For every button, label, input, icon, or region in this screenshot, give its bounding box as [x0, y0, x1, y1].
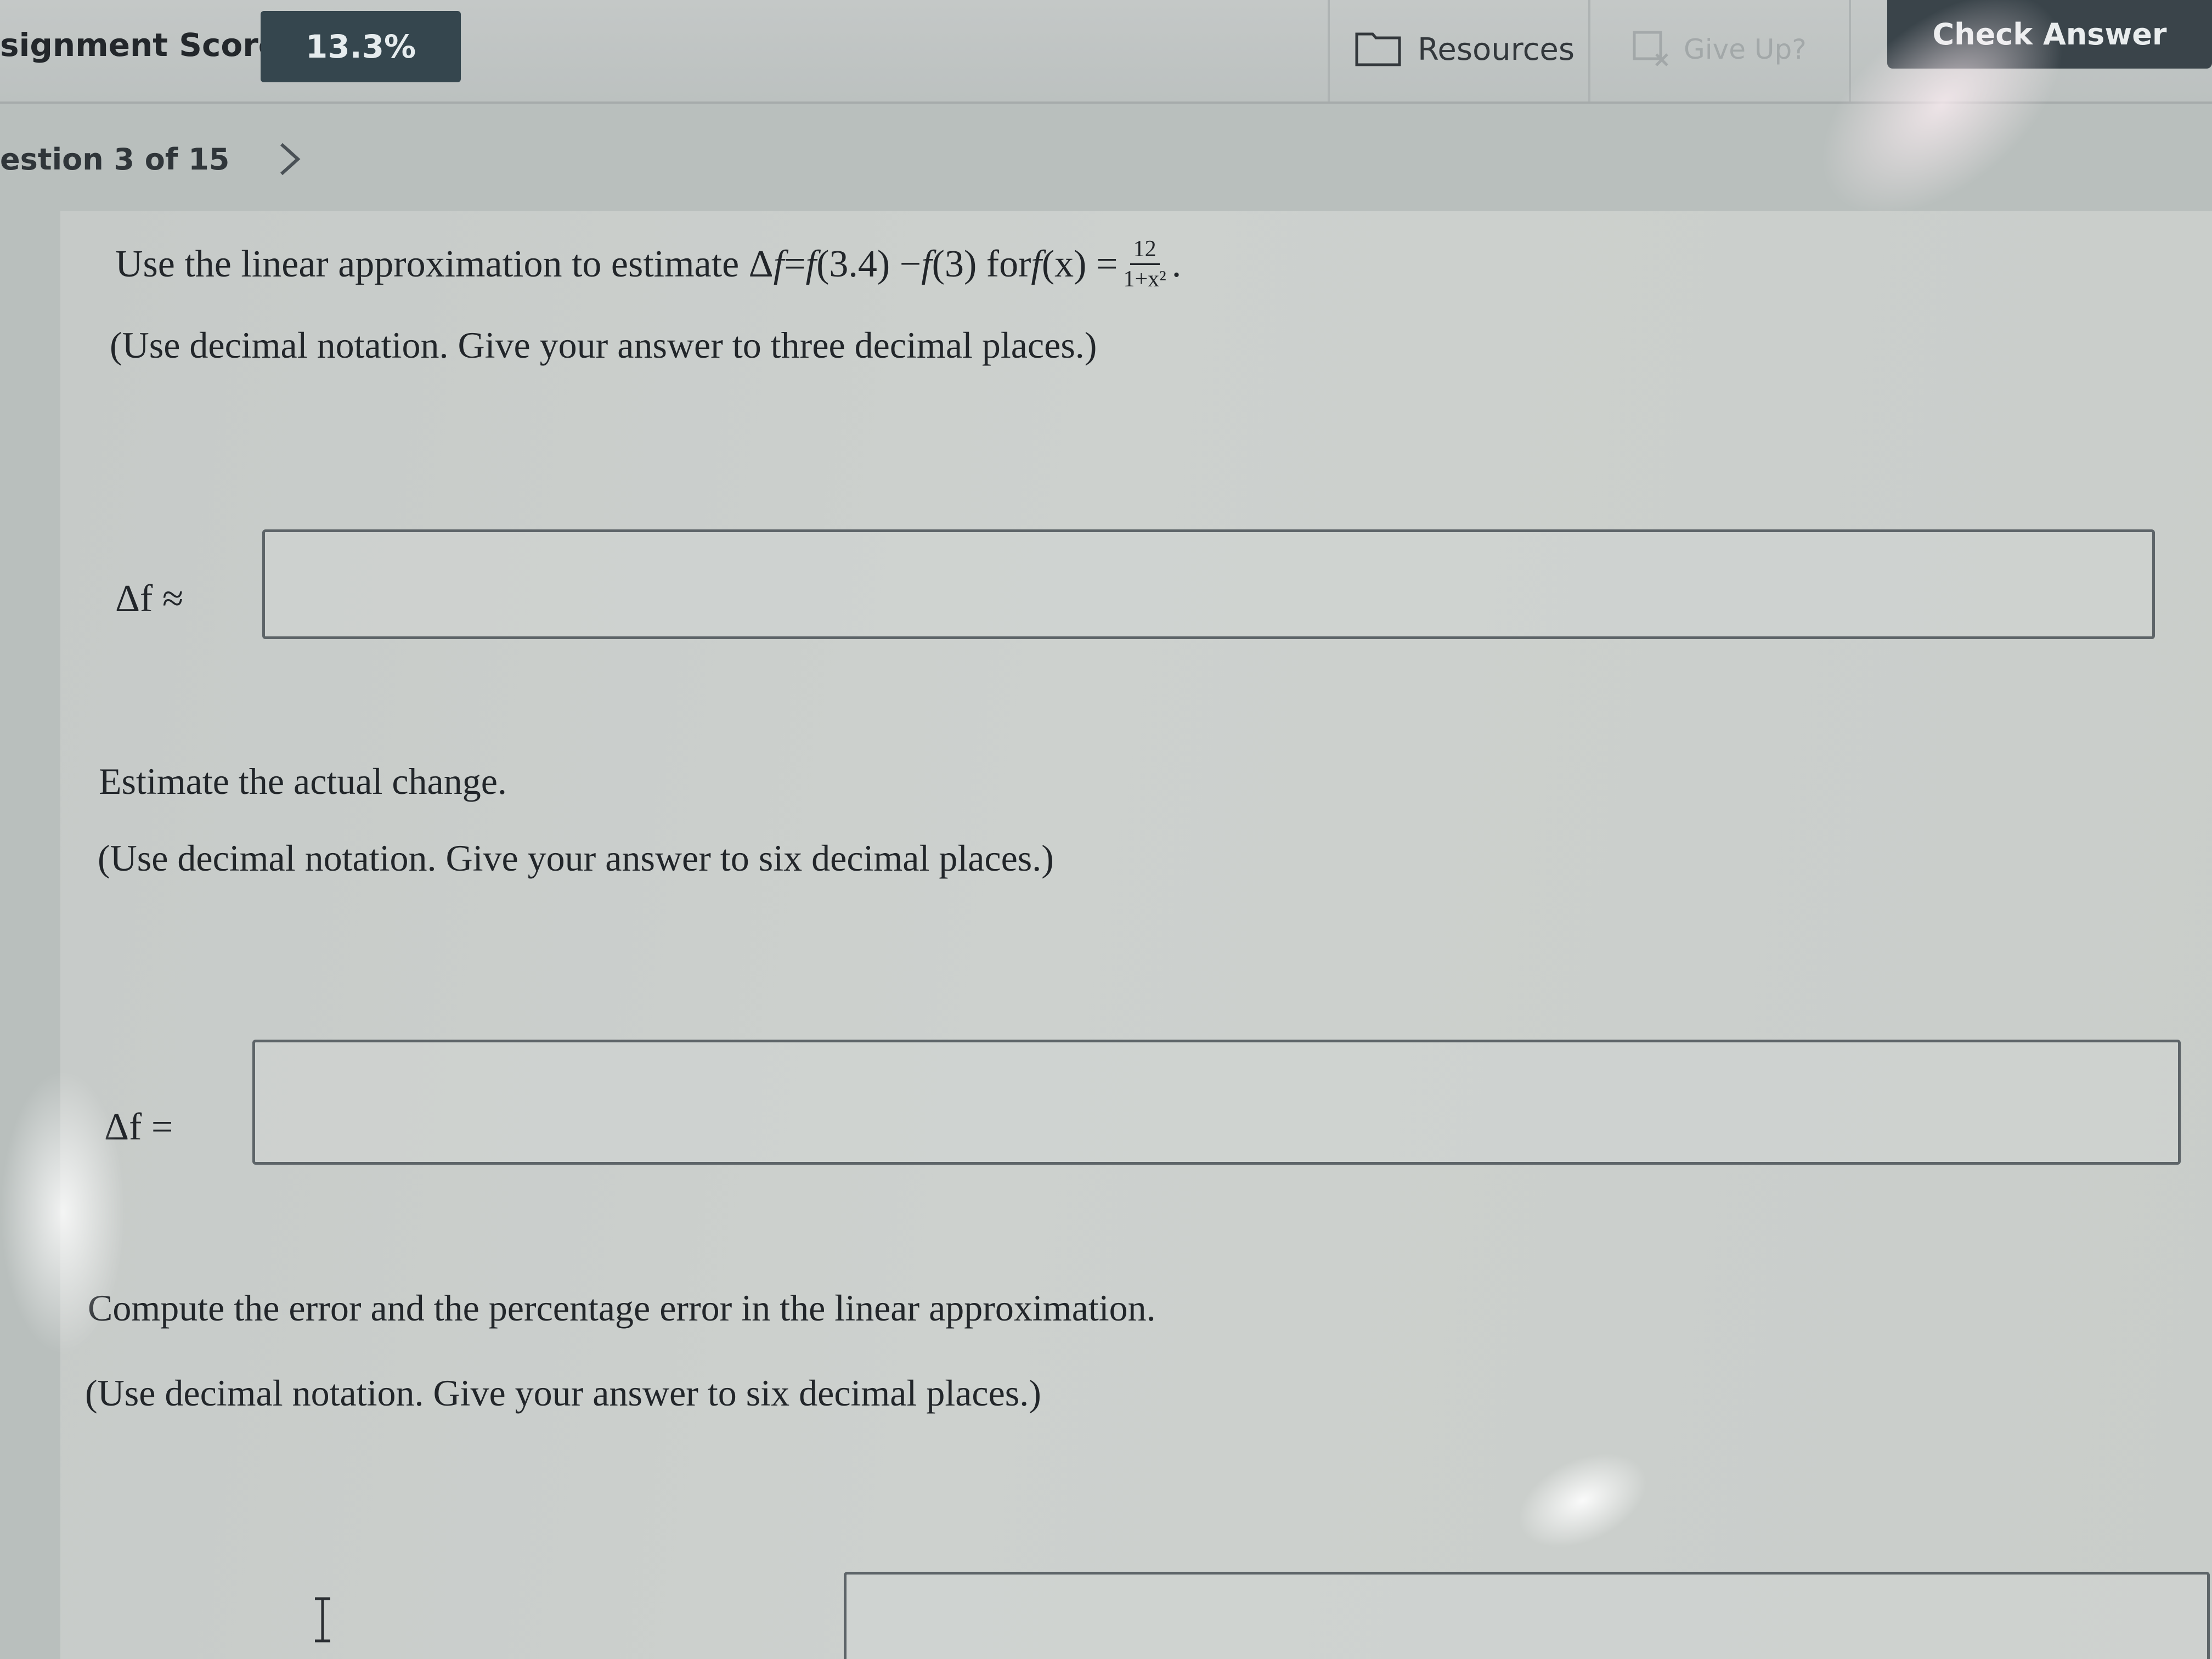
give-up-icon [1633, 31, 1668, 66]
fraction-numerator: 12 [1130, 236, 1160, 265]
prompt-text: Use the linear approximation to estimate… [115, 242, 774, 285]
fraction-denominator: 1+x² [1123, 267, 1166, 292]
resources-button[interactable]: Resources [1355, 19, 1575, 80]
prompt-text: . [1171, 242, 1182, 285]
assignment-score-label: signment Score: [0, 26, 293, 64]
prompt-f: f [805, 242, 817, 285]
give-up-button[interactable]: Give Up? [1632, 19, 1807, 80]
prompt-f: f [773, 242, 785, 285]
top-divider [1588, 0, 1590, 101]
part2-label: Δf = [104, 1106, 173, 1148]
text-cursor-icon [315, 1597, 330, 1643]
prompt-text: (3) for [932, 242, 1031, 285]
resources-label: Resources [1418, 31, 1575, 67]
top-divider [1328, 0, 1330, 101]
prompt-f: f [1031, 242, 1042, 285]
question-counter: estion 3 of 15 [0, 142, 230, 177]
part2-heading: Estimate the actual change. [99, 760, 507, 802]
assignment-score-badge: 13.3% [261, 11, 461, 82]
prompt-text: (3.4) − [816, 242, 922, 285]
prompt-text: = [784, 242, 806, 285]
part2-instruction: (Use decimal notation. Give your answer … [98, 837, 1054, 879]
chevron-right-icon[interactable] [276, 140, 303, 178]
give-up-label: Give Up? [1684, 33, 1807, 65]
top-bar: signment Score: 13.3% Resources Give Up?… [0, 0, 2212, 104]
question-prompt: Use the linear approximation to estimate… [115, 236, 1181, 292]
top-divider [1849, 0, 1851, 101]
prompt-f: f [921, 242, 932, 285]
part1-instruction: (Use decimal notation. Give your answer … [110, 324, 1097, 366]
part3-heading: Compute the error and the percentage err… [88, 1287, 1156, 1329]
part1-answer-input[interactable] [262, 529, 2155, 639]
question-panel [60, 211, 2212, 1659]
check-answer-button[interactable]: Check Answer [1887, 0, 2212, 69]
folder-icon [1355, 32, 1401, 66]
function-fraction: 12 1+x² [1123, 236, 1166, 292]
part1-label: Δf ≈ [115, 578, 184, 620]
question-nav: estion 3 of 15 [0, 140, 303, 178]
prompt-text: (x) = [1041, 242, 1118, 285]
part3-answer-input[interactable] [844, 1572, 2210, 1659]
part2-answer-input[interactable] [252, 1040, 2181, 1165]
part3-instruction: (Use decimal notation. Give your answer … [85, 1372, 1041, 1414]
